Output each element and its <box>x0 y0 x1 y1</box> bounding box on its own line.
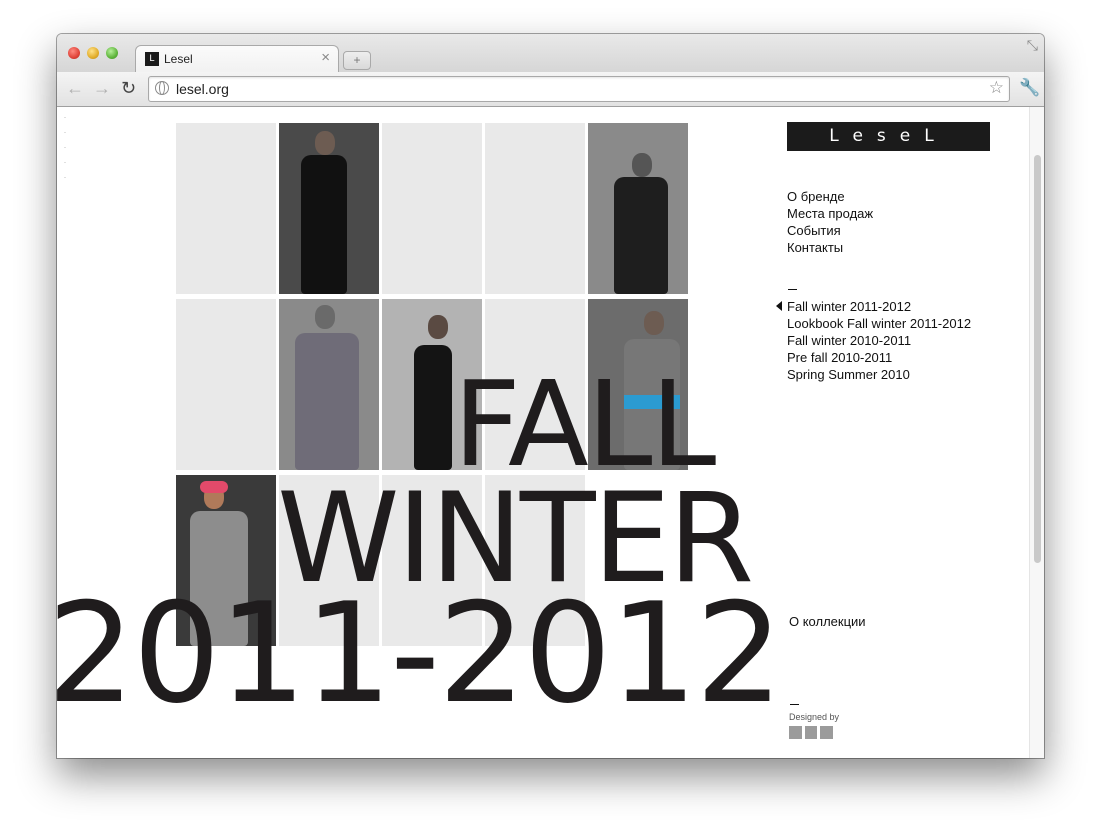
scroll-thumb[interactable] <box>1034 155 1041 563</box>
photo-tile[interactable] <box>588 123 688 294</box>
close-window-button[interactable] <box>68 47 80 59</box>
left-dots: · · · · · <box>64 115 66 181</box>
browser-tab[interactable]: L Lesel × <box>135 45 339 73</box>
bookmark-star-icon[interactable]: ☆ <box>989 78 1004 98</box>
grid-tile <box>485 123 585 294</box>
forward-arrow-icon[interactable]: → <box>93 78 111 99</box>
collection-link[interactable]: Spring Summer 2010 <box>787 366 971 383</box>
grid-tile <box>176 299 276 470</box>
collection-link[interactable]: Lookbook Fall winter 2011-2012 <box>787 315 971 332</box>
collection-link[interactable]: Fall winter 2011-2012 <box>787 298 971 315</box>
divider <box>790 704 799 705</box>
menu-item-events[interactable]: События <box>787 222 873 239</box>
wrench-icon[interactable]: 🔧 <box>1019 78 1040 98</box>
fullscreen-icon[interactable]: ⤡ <box>1027 37 1038 54</box>
back-arrow-icon[interactable]: ← <box>66 78 84 99</box>
menu-item-about-brand[interactable]: О бренде <box>787 188 873 205</box>
headline-year: 2011-2012 <box>57 573 783 734</box>
browser-window: L Lesel × + ⤡ ← → ↻ lesel.org ☆ 🔧 · · · · · <box>57 34 1044 758</box>
new-tab-button[interactable]: + <box>343 51 371 70</box>
collection-link[interactable]: Pre fall 2010-2011 <box>787 349 971 366</box>
collection-link[interactable]: Fall winter 2010-2011 <box>787 332 971 349</box>
reload-icon[interactable]: ↻ <box>121 78 136 99</box>
headline-fall: FALL <box>453 355 716 493</box>
grid-tile <box>176 123 276 294</box>
main-menu: О бренде Места продаж События Контакты <box>787 188 873 256</box>
divider <box>788 289 797 290</box>
grid-tile <box>382 123 482 294</box>
address-bar[interactable]: lesel.org ☆ <box>148 76 1010 102</box>
zoom-window-button[interactable] <box>106 47 118 59</box>
tab-bar: L Lesel × + ⤡ <box>57 34 1044 73</box>
designed-by-label: Designed by <box>789 712 840 722</box>
designer-logo-icon[interactable] <box>789 726 833 739</box>
about-collection-link[interactable]: О коллекции <box>789 614 866 629</box>
favicon-icon: L <box>145 52 159 66</box>
minimize-window-button[interactable] <box>87 47 99 59</box>
menu-item-stores[interactable]: Места продаж <box>787 205 873 222</box>
menu-item-contacts[interactable]: Контакты <box>787 239 873 256</box>
globe-icon <box>155 81 169 95</box>
page-viewport: · · · · · FALL WINTER 2011-2012 LeseL О … <box>57 107 1044 758</box>
tab-close-icon[interactable]: × <box>321 49 330 66</box>
lesel-logo[interactable]: LeseL <box>787 122 990 151</box>
photo-tile[interactable] <box>279 123 379 294</box>
photo-tile[interactable] <box>279 299 379 470</box>
browser-toolbar: ← → ↻ lesel.org ☆ 🔧 <box>57 72 1044 107</box>
scrollbar[interactable] <box>1029 107 1044 758</box>
collections-menu: Fall winter 2011-2012 Lookbook Fall wint… <box>776 298 971 383</box>
url-text[interactable]: lesel.org <box>176 81 229 97</box>
tab-title: Lesel <box>164 52 193 66</box>
active-arrow-icon <box>776 301 782 311</box>
